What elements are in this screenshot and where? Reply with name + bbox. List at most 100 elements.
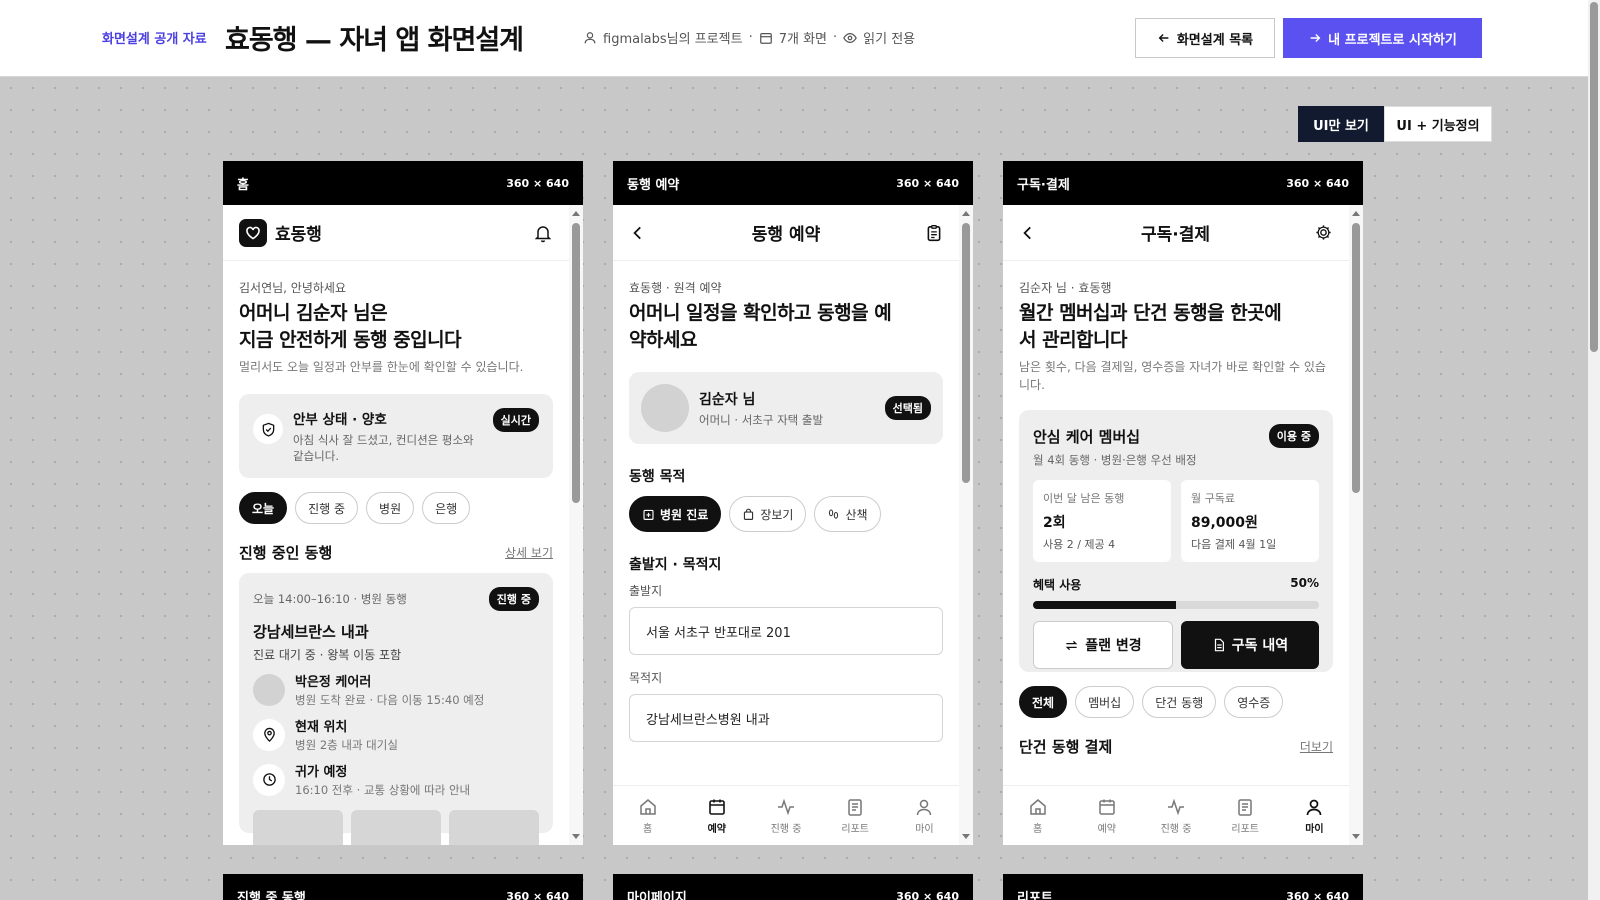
report-icon — [1238, 798, 1252, 816]
chip-hospital[interactable]: 병원 — [366, 492, 415, 524]
screen-title: 동행 예약 — [751, 225, 821, 245]
map-pin-icon — [253, 718, 285, 751]
app-bar: 효동행 — [223, 205, 569, 261]
page-scrollbar-thumb[interactable] — [1590, 2, 1598, 352]
tab-my[interactable]: 마이 — [1280, 786, 1349, 845]
frame-home: 홈 360 × 640 효동행 김서연님, 안녕하세요 어머니 김순자 님은 지금… — [223, 161, 583, 845]
screen-count: 7개 화면 — [778, 32, 828, 47]
clock-icon — [253, 763, 285, 796]
clipboard-icon[interactable] — [925, 224, 943, 242]
footprints-icon — [829, 509, 839, 519]
page-title: 효동행 — 자녀 앱 화면설계 — [225, 25, 524, 56]
wellbeing-card[interactable]: 안부 상태 · 양호 아침 식사 잘 드셨고, 컨디션은 평소와 같습니다. 실… — [239, 394, 553, 478]
home-icon — [1029, 798, 1046, 815]
home-icon — [639, 798, 656, 815]
frame-header: 동행 예약 360 × 640 — [613, 161, 973, 205]
chip-receipt[interactable]: 영수증 — [1224, 686, 1284, 718]
status-title: 안부 상태 · 양호 — [293, 412, 387, 428]
page-scrollbar[interactable] — [1588, 0, 1600, 900]
greeting: 김서연님, 안녕하세요 — [239, 281, 346, 295]
app-logo: 효동행 — [239, 218, 322, 247]
design-list-button[interactable]: 화면설계 목록 — [1135, 18, 1275, 58]
bottom-tab-bar: 홈 예약 진행 중 리포트 마이 — [1003, 785, 1349, 845]
tab-booking[interactable]: 예약 — [1072, 786, 1141, 845]
user-icon — [1307, 799, 1322, 815]
tab-report[interactable]: 리포트 — [821, 786, 890, 845]
home-desc: 멀리서도 오늘 일정과 안부를 한눈에 확인할 수 있습니다. — [239, 360, 524, 374]
destination-input[interactable]: 강남세브란스병원 내과 — [629, 694, 943, 742]
gear-icon[interactable] — [1314, 223, 1333, 242]
plan-status-badge: 이용 중 — [1268, 424, 1319, 448]
frame-header: 홈 360 × 640 — [223, 161, 583, 205]
subscription-history-button[interactable]: 구독 내역 — [1181, 621, 1319, 669]
tab-home[interactable]: 홈 — [1003, 786, 1072, 845]
ui-only-toggle[interactable]: UI만 보기 — [1298, 106, 1384, 142]
chip-single[interactable]: 단건 동행 — [1142, 686, 1217, 718]
carer-row: 박은정 케어러 병원 도착 완료 · 다음 이동 15:40 예정 — [253, 671, 539, 708]
swap-icon — [1065, 640, 1078, 650]
frame-header: 리포트 360 × 640 — [1003, 874, 1363, 900]
tab-in-progress[interactable]: 진행 중 — [1141, 786, 1210, 845]
usage-progress-fill — [1033, 601, 1176, 609]
back-icon[interactable] — [1019, 224, 1037, 242]
status-desc: 아침 식사 잘 드셨고, 컨디션은 평소와 같습니다. — [293, 433, 474, 463]
detail-link[interactable]: 상세 보기 — [505, 544, 553, 561]
back-icon[interactable] — [629, 224, 647, 242]
tab-report[interactable]: 리포트 — [1211, 786, 1280, 845]
start-project-button[interactable]: 내 프로젝트로 시작하기 — [1283, 18, 1482, 58]
frame-body: 구독·결제 김순자 님 · 효동행 월간 멤버십과 단건 동행을 한곳에 서 관리… — [1003, 205, 1363, 845]
frame-in-progress: 진행 중 동행 360 × 640 — [223, 874, 583, 900]
purpose-shopping[interactable]: 장보기 — [729, 496, 807, 532]
app-bar: 구독·결제 — [1003, 205, 1349, 261]
chip-in-progress[interactable]: 진행 중 — [295, 492, 359, 524]
tab-my[interactable]: 마이 — [890, 786, 959, 845]
more-link[interactable]: 더보기 — [1300, 738, 1333, 755]
tab-booking[interactable]: 예약 — [682, 786, 751, 845]
trip-card[interactable]: 오늘 14:00–16:10 · 병원 동행 진행 중 강남세브란스 내과 진료… — [239, 573, 553, 845]
fee-stat: 월 구독료 89,000원 다음 결제 4월 1일 — [1181, 480, 1319, 562]
tab-in-progress[interactable]: 진행 중 — [751, 786, 820, 845]
calendar-icon — [708, 799, 725, 815]
plan-sub: 월 4회 동행 · 병원·은행 우선 배정 — [1033, 453, 1197, 467]
purpose-walk[interactable]: 산책 — [814, 496, 881, 532]
usage-row: 혜택 사용 50% — [1033, 576, 1319, 592]
tab-home[interactable]: 홈 — [613, 786, 682, 845]
user-icon — [917, 799, 932, 815]
action-tiles — [253, 810, 539, 845]
chip-today[interactable]: 오늘 — [239, 492, 288, 524]
home-headline: 어머니 김순자 님은 지금 안전하게 동행 중입니다 — [239, 302, 462, 351]
frame-scrollbar[interactable] — [959, 205, 973, 845]
arrow-right-icon — [1310, 34, 1321, 42]
chip-membership[interactable]: 멤버십 — [1075, 686, 1135, 718]
trip-time: 오늘 14:00–16:10 · 병원 동행 — [253, 592, 407, 606]
frame-body: 효동행 김서연님, 안녕하세요 어머니 김순자 님은 지금 안전하게 동행 중입니… — [223, 205, 583, 845]
bell-icon[interactable] — [533, 223, 553, 243]
filter-chips: 오늘 진행 중 병원 은행 — [239, 492, 553, 524]
public-kicker: 화면설계 공개 자료 — [102, 32, 207, 47]
frame-header: 마이페이지 360 × 640 — [613, 874, 973, 900]
hospital-icon — [643, 509, 654, 520]
shopping-bag-icon — [744, 508, 754, 520]
read-only-label: 읽기 전용 — [863, 32, 916, 47]
chip-all[interactable]: 전체 — [1019, 686, 1068, 718]
frame-header: 구독·결제 360 × 640 — [1003, 161, 1363, 205]
origin-input[interactable]: 서울 서초구 반포대로 201 — [629, 607, 943, 655]
subscription-headline: 월간 멤버십과 단건 동행을 한곳에 서 관리합니다 — [1019, 302, 1282, 351]
chip-bank[interactable]: 은행 — [422, 492, 471, 524]
subscription-desc: 남은 횟수, 다음 결제일, 영수증을 자녀가 바로 확인할 수 있습니다. — [1019, 360, 1326, 392]
change-plan-button[interactable]: 플랜 변경 — [1033, 621, 1173, 669]
avatar — [641, 384, 689, 432]
activity-icon — [778, 798, 794, 815]
plan-name: 안심 케어 멤버십 — [1033, 427, 1141, 446]
report-icon — [848, 798, 862, 816]
usage-progress — [1033, 601, 1319, 609]
purpose-chips: 병원 진료 장보기 산책 — [629, 496, 943, 532]
purpose-hospital[interactable]: 병원 진료 — [629, 496, 722, 532]
ui-spec-toggle[interactable]: UI + 기능정의 — [1384, 106, 1492, 142]
frame-scrollbar[interactable] — [1349, 205, 1363, 845]
remaining-stat: 이번 달 남은 동행 2회 사용 2 / 제공 4 — [1033, 480, 1171, 562]
frame-scrollbar[interactable] — [569, 205, 583, 845]
person-card[interactable]: 김순자 님 어머니 · 서초구 자택 출발 선택됨 — [629, 372, 943, 444]
plan-card: 안심 케어 멤버십 이용 중 월 4회 동행 · 병원·은행 우선 배정 이번 … — [1019, 410, 1333, 672]
frame-subscription: 구독·결제 360 × 640 구독·결제 김순자 님 · 효동행 월간 멤버십… — [1003, 161, 1363, 845]
